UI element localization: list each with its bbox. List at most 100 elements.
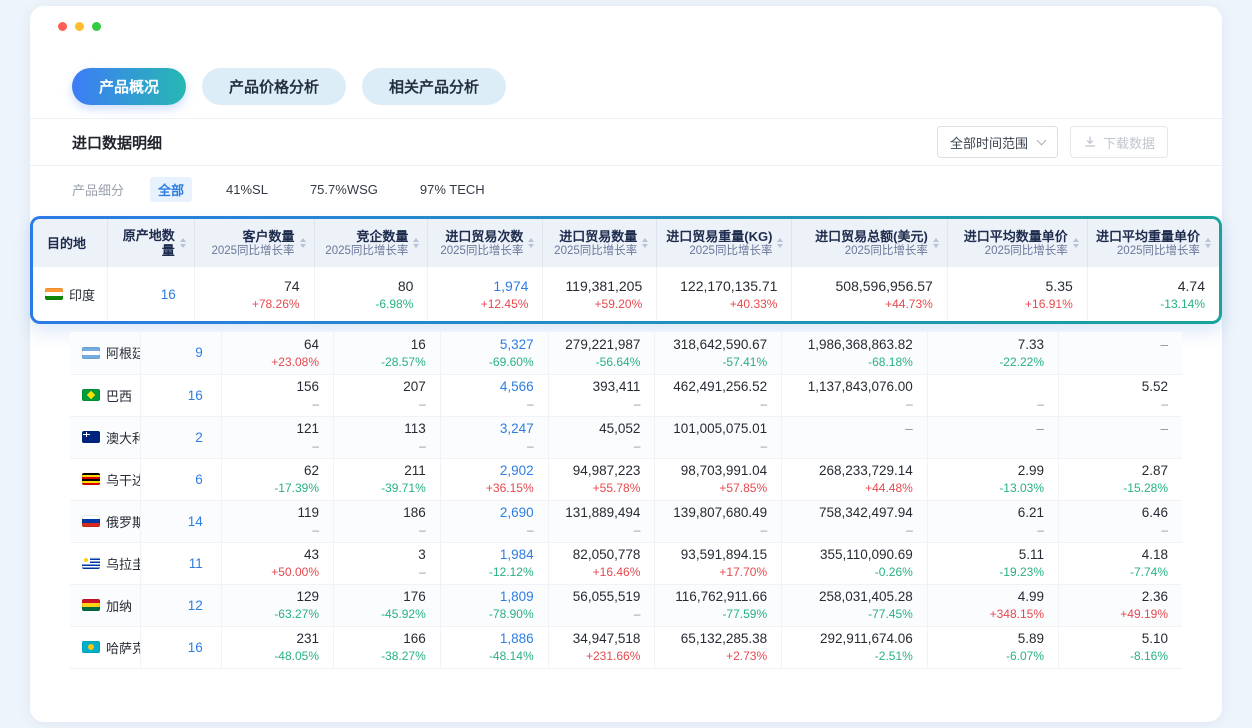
yoy-growth: +40.33%	[657, 296, 777, 312]
trade-count-link[interactable]: 1,809	[441, 588, 534, 606]
origin-count-link[interactable]: 12	[140, 584, 221, 626]
yoy-growth: -48.05%	[222, 648, 319, 664]
value-cell: 82,050,778+16.46%	[548, 542, 655, 584]
yoy-growth: -78.90%	[441, 606, 534, 622]
data-table: 阿根廷964+23.08%16-28.57%5,327-69.60%279,22…	[70, 332, 1182, 669]
sort-icon[interactable]	[933, 238, 939, 248]
window-zoom-icon[interactable]	[92, 22, 101, 31]
column-header-5[interactable]: 进口贸易数量2025同比增长率	[543, 219, 657, 267]
origin-count-link[interactable]: 14	[140, 500, 221, 542]
yoy-growth: +2.73%	[655, 648, 767, 664]
value-cell: 211-39.71%	[334, 458, 441, 500]
table-row[interactable]: 乌干达662-17.39%211-39.71%2,902+36.15%94,98…	[70, 458, 1182, 500]
column-title: 进口平均数量单价	[964, 229, 1068, 244]
sort-icon[interactable]	[642, 238, 648, 248]
window-minimize-icon[interactable]	[75, 22, 84, 31]
yoy-growth: –	[441, 522, 534, 538]
sort-icon[interactable]	[180, 238, 186, 248]
tab-related-product-analysis[interactable]: 相关产品分析	[362, 68, 506, 105]
table-row[interactable]: 澳大利亚2121–113–3,247–45,052–101,005,075.01…	[70, 416, 1182, 458]
column-subtitle: 2025同比增长率	[666, 244, 772, 258]
time-range-select[interactable]: 全部时间范围	[937, 126, 1058, 158]
product-segment-filter: 产品细分 全部 41%SL 75.7%WSG 97% TECH	[30, 178, 1222, 200]
column-header-9[interactable]: 进口平均重量单价2025同比增长率	[1087, 219, 1219, 267]
value-cell: 268,233,729.14+44.48%	[782, 458, 928, 500]
download-data-button[interactable]: 下载数据	[1070, 126, 1168, 158]
sort-icon[interactable]	[1073, 238, 1079, 248]
cell-value: 5.35	[948, 276, 1073, 296]
trade-count-link[interactable]: 1,984	[441, 546, 534, 564]
yoy-growth: +12.45%	[428, 296, 528, 312]
trade-count-link[interactable]: 4,566	[441, 378, 534, 396]
yoy-growth: -13.03%	[928, 480, 1044, 496]
country-name: 哈萨克斯坦	[106, 638, 140, 657]
column-header-2[interactable]: 客户数量2025同比增长率	[194, 219, 314, 267]
yoy-growth: -2.51%	[782, 648, 913, 664]
yoy-growth: -15.28%	[1059, 480, 1168, 496]
value-cell: 113–	[334, 416, 441, 458]
tab-product-overview[interactable]: 产品概况	[72, 68, 186, 105]
yoy-growth: –	[334, 564, 426, 580]
value-cell: 119–	[221, 500, 333, 542]
tab-product-price-analysis[interactable]: 产品价格分析	[202, 68, 346, 105]
destination-cell: 加纳	[70, 596, 140, 615]
pinned-table-row[interactable]: 印度1674+78.26%80-6.98%1,974+12.45%119,381…	[33, 267, 1219, 321]
origin-count-link[interactable]: 2	[140, 416, 221, 458]
yoy-growth: +44.73%	[792, 296, 932, 312]
yoy-growth: +16.46%	[549, 564, 641, 580]
cell-value: 64	[222, 336, 319, 354]
sort-icon[interactable]	[413, 238, 419, 248]
value-cell: 1,137,843,076.00–	[782, 374, 928, 416]
trade-count-link[interactable]: 3,247	[441, 420, 534, 438]
cell-value: 5.10	[1059, 630, 1168, 648]
column-header-7[interactable]: 进口贸易总额(美元)2025同比增长率	[792, 219, 947, 267]
destination-cell: 巴西	[70, 386, 140, 405]
trade-count-link[interactable]: 2,902	[441, 462, 534, 480]
value-cell: 355,110,090.69-0.26%	[782, 542, 928, 584]
cell-value: 80	[315, 276, 414, 296]
table-row[interactable]: 加纳12129-63.27%176-45.92%1,809-78.90%56,0…	[70, 584, 1182, 626]
cell-value: 2.99	[928, 462, 1044, 480]
value-cell: 80-6.98%	[314, 267, 428, 321]
yoy-growth: -6.98%	[315, 296, 414, 312]
trade-count-link[interactable]: 1,886	[441, 630, 534, 648]
value-cell: –	[1059, 332, 1182, 374]
column-header-4[interactable]: 进口贸易次数2025同比增长率	[428, 219, 543, 267]
table-row[interactable]: 哈萨克斯坦16231-48.05%166-38.27%1,886-48.14%3…	[70, 626, 1182, 668]
sort-icon[interactable]	[300, 238, 306, 248]
table-row[interactable]: 俄罗斯14119–186–2,690–131,889,494–139,807,6…	[70, 500, 1182, 542]
origin-count-link[interactable]: 16	[140, 374, 221, 416]
table-row[interactable]: 乌拉圭1143+50.00%3–1,984-12.12%82,050,778+1…	[70, 542, 1182, 584]
filter-option-97tech[interactable]: 97% TECH	[412, 179, 493, 200]
filter-option-all[interactable]: 全部	[150, 177, 192, 202]
flag-russia-icon	[82, 515, 100, 527]
trade-count-link[interactable]: 1,974	[428, 276, 528, 296]
yoy-growth: +23.08%	[222, 354, 319, 370]
filter-option-757wsg[interactable]: 75.7%WSG	[302, 179, 386, 200]
table-row[interactable]: 巴西16156–207–4,566–393,411–462,491,256.52…	[70, 374, 1182, 416]
sort-icon[interactable]	[1205, 238, 1211, 248]
origin-count-link[interactable]: 16	[140, 626, 221, 668]
column-header-1[interactable]: 原产地数量	[108, 219, 195, 267]
column-header-6[interactable]: 进口贸易重量(KG)2025同比增长率	[657, 219, 792, 267]
cell-value: 4.74	[1088, 276, 1205, 296]
origin-count-link[interactable]: 6	[140, 458, 221, 500]
filter-option-41sl[interactable]: 41%SL	[218, 179, 276, 200]
sort-icon[interactable]	[777, 238, 783, 248]
column-header-3[interactable]: 竞企数量2025同比增长率	[314, 219, 428, 267]
chevron-down-icon	[1037, 135, 1047, 145]
yoy-growth: +348.15%	[928, 606, 1044, 622]
sort-icon[interactable]	[528, 238, 534, 248]
destination-cell: 阿根廷	[70, 343, 140, 362]
yoy-growth: -6.07%	[928, 648, 1044, 664]
origin-count-link[interactable]: 9	[140, 332, 221, 374]
origin-count-link[interactable]: 16	[108, 267, 195, 321]
column-header-8[interactable]: 进口平均数量单价2025同比增长率	[947, 219, 1087, 267]
yoy-growth: -56.64%	[549, 354, 641, 370]
trade-count-link[interactable]: 5,327	[441, 336, 534, 354]
origin-count-link[interactable]: 11	[140, 542, 221, 584]
window-close-icon[interactable]	[58, 22, 67, 31]
trade-count-link[interactable]: 2,690	[441, 504, 534, 522]
table-row[interactable]: 阿根廷964+23.08%16-28.57%5,327-69.60%279,22…	[70, 332, 1182, 374]
cell-value: 119	[222, 504, 319, 522]
